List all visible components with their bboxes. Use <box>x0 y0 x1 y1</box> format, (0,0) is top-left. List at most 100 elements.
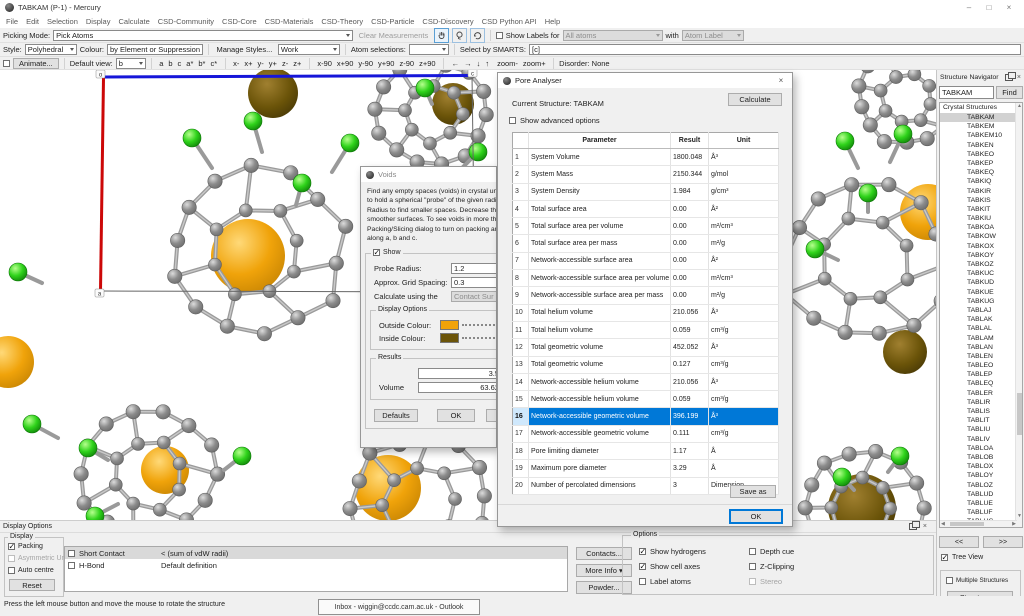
scroll-left-icon[interactable]: ◀ <box>941 521 945 528</box>
default-view-select[interactable]: b <box>116 58 146 69</box>
table-row[interactable]: 9Network-accessible surface area per mas… <box>513 287 779 304</box>
pore-close-icon[interactable]: × <box>775 76 787 85</box>
menu-csd-discovery[interactable]: CSD-Discovery <box>418 17 477 26</box>
structure-item-tabloa[interactable]: TABLOA <box>940 444 1022 453</box>
arrow-button-[interactable]: ↓ <box>474 57 483 69</box>
table-row[interactable]: 17Network-accessible geometric volume0.1… <box>513 425 779 442</box>
outside-colour-slider[interactable] <box>462 324 497 327</box>
clear-measurements-button[interactable]: Clear Measurements <box>356 29 431 41</box>
scroll-thumb[interactable] <box>950 522 984 526</box>
structure-item-tabliu[interactable]: TABLIU <box>940 425 1022 434</box>
grid-spacing-input[interactable]: 0.3 <box>451 277 497 288</box>
contacts-list[interactable]: Short Contact< (sum of vdW radii)H-BondD… <box>64 546 568 592</box>
structure-item-tabken[interactable]: TABKEN <box>940 141 1022 150</box>
table-row[interactable]: 15Network-accessible helium volume0.059c… <box>513 391 779 408</box>
axis-button-b[interactable]: b* <box>196 57 208 69</box>
table-row[interactable]: 12Total geometric volume452.052Å³ <box>513 339 779 356</box>
style-set-select[interactable]: Work <box>278 44 340 55</box>
float-panel-icon[interactable] <box>909 523 917 530</box>
save-as-button[interactable]: Save as <box>730 485 776 498</box>
menu-selection[interactable]: Selection <box>43 17 82 26</box>
menu-file[interactable]: File <box>2 17 22 26</box>
structure-item-tabkow[interactable]: TABKOW <box>940 232 1022 241</box>
structure-item-tabliv[interactable]: TABLIV <box>940 435 1022 444</box>
checkbox[interactable] <box>749 548 756 555</box>
voids-ok-button[interactable]: OK <box>437 409 475 422</box>
axis-button-b[interactable]: b <box>166 57 175 69</box>
structure-item-tabkoz[interactable]: TABKOZ <box>940 260 1022 269</box>
maximize-button[interactable]: □ <box>979 0 999 15</box>
structure-item-tablep[interactable]: TABLEP <box>940 370 1022 379</box>
menu-csd-community[interactable]: CSD-Community <box>154 17 218 26</box>
float-panel-icon[interactable] <box>1005 74 1013 81</box>
table-row[interactable]: 4Total surface area0.00Å² <box>513 200 779 217</box>
navigator-close-icon[interactable]: × <box>1017 74 1021 81</box>
checkbox[interactable] <box>639 578 646 585</box>
animate-button[interactable]: Animate... <box>13 58 59 69</box>
voids-show-checkbox[interactable] <box>373 249 380 256</box>
rotate-button-y90[interactable]: y+90 <box>376 57 397 69</box>
horizontal-scrollbar[interactable]: ◀▶ <box>940 520 1017 527</box>
structure-item-tabluf[interactable]: TABLUF <box>940 508 1022 517</box>
checkbox[interactable] <box>639 563 646 570</box>
option-show-cell-axes[interactable]: Show cell axes <box>639 559 749 574</box>
packing-checkbox[interactable] <box>8 543 15 550</box>
pore-results-table[interactable]: ParameterResultUnit1System Volume1800.04… <box>512 132 779 495</box>
structure-item-tablue[interactable]: TABLUE <box>940 499 1022 508</box>
table-row[interactable]: 1System Volume1800.048Å³ <box>513 149 779 166</box>
menu-edit[interactable]: Edit <box>22 17 43 26</box>
scroll-thumb[interactable] <box>1017 393 1022 435</box>
structure-item-tabkiu[interactable]: TABKIU <box>940 214 1022 223</box>
prev-structure-button[interactable]: << <box>939 536 979 548</box>
rotate-button-x90[interactable]: x-90 <box>315 57 335 69</box>
menu-help[interactable]: Help <box>541 17 564 26</box>
contact-row-checkbox[interactable] <box>68 562 75 569</box>
show-labels-checkbox[interactable] <box>496 32 503 39</box>
tree-root-crystal-structures[interactable]: Crystal Structures <box>940 103 1022 113</box>
structure-item-tabkep[interactable]: TABKEP <box>940 159 1022 168</box>
vertical-scrollbar[interactable]: ▲▼ <box>1015 103 1022 527</box>
axis-button-c[interactable]: c <box>175 57 184 69</box>
advanced-options-checkbox[interactable] <box>509 117 516 124</box>
inside-colour-swatch[interactable] <box>440 333 459 343</box>
structure-item-tablen[interactable]: TABLEN <box>940 352 1022 361</box>
outlook-taskbar-item[interactable]: Inbox - wiggin@ccdc.cam.ac.uk - Outlook <box>318 599 480 615</box>
panel-close-icon[interactable]: × <box>923 523 927 530</box>
structure-item-tablan[interactable]: TABLAN <box>940 343 1022 352</box>
voids-dialog-titlebar[interactable]: Voids <box>361 167 496 182</box>
pick-atoms-hand-icon[interactable] <box>434 28 449 43</box>
axis-button-a[interactable]: a* <box>184 57 196 69</box>
scroll-right-icon[interactable]: ▶ <box>1012 521 1016 528</box>
manage-styles-button[interactable]: Manage Styles... <box>214 44 275 56</box>
scroll-down-icon[interactable]: ▼ <box>1017 513 1022 520</box>
table-row[interactable]: 16Network-accessible geometric volume396… <box>513 408 779 425</box>
structure-item-tabkuc[interactable]: TABKUC <box>940 269 1022 278</box>
rotate-button-y90[interactable]: y-90 <box>356 57 376 69</box>
option-show-hydrogens[interactable]: Show hydrogens <box>639 544 749 559</box>
axis-button-c[interactable]: c* <box>208 57 220 69</box>
find-button[interactable]: Find <box>996 86 1023 99</box>
menu-csd-python-api[interactable]: CSD Python API <box>478 17 541 26</box>
table-row[interactable]: 14Network-accessible helium volume210.05… <box>513 373 779 390</box>
probe-radius-input[interactable]: 1.2 <box>451 263 497 274</box>
minimize-button[interactable]: – <box>959 0 979 15</box>
structure-item-tabkit[interactable]: TABKIT <box>940 205 1022 214</box>
axis-button-a[interactable]: a <box>157 57 166 69</box>
table-row[interactable]: 18Pore limiting diameter1.17Å <box>513 443 779 460</box>
structure-item-tableq[interactable]: TABLEQ <box>940 379 1022 388</box>
structure-item-tablir[interactable]: TABLIR <box>940 398 1022 407</box>
structure-item-tablal[interactable]: TABLAL <box>940 324 1022 333</box>
table-row[interactable]: 5Total surface area per volume0.00m²/cm³ <box>513 218 779 235</box>
contact-row-checkbox[interactable] <box>68 550 75 557</box>
voids-defaults-button[interactable]: Defaults <box>374 409 418 422</box>
zoom-button-zoom[interactable]: zoom- <box>495 57 521 69</box>
tree-view-checkbox[interactable] <box>941 554 948 561</box>
atom-selections-select[interactable] <box>409 44 449 55</box>
scroll-up-icon[interactable]: ▲ <box>1017 103 1022 110</box>
structure-item-tablak[interactable]: TABLAK <box>940 315 1022 324</box>
structure-item-tablud[interactable]: TABLUD <box>940 490 1022 499</box>
structure-item-tablis[interactable]: TABLIS <box>940 407 1022 416</box>
structure-item-tabkis[interactable]: TABKIS <box>940 196 1022 205</box>
table-row[interactable]: 2System Mass2150.344g/mol <box>513 166 779 183</box>
structure-item-tablit[interactable]: TABLIT <box>940 416 1022 425</box>
